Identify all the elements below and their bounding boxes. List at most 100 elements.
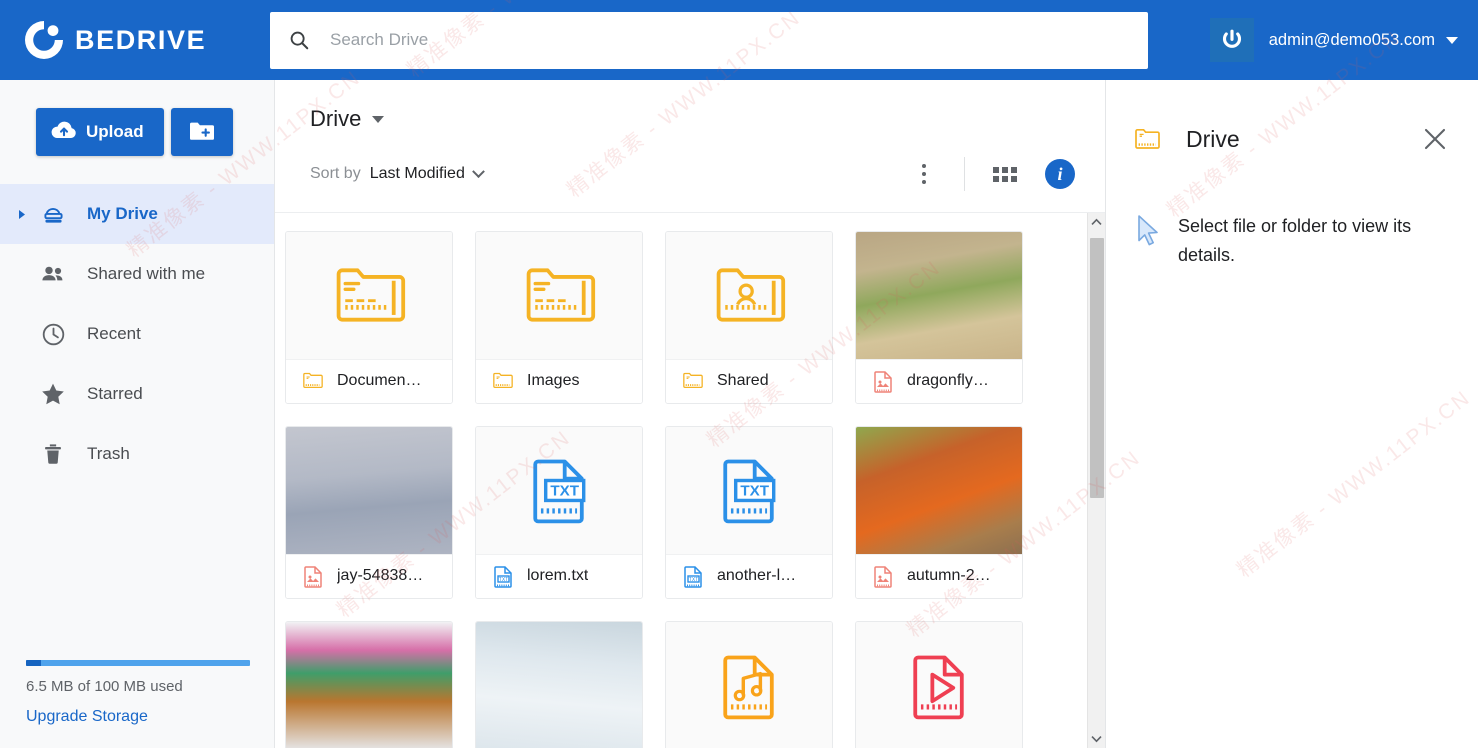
- chevron-down-icon[interactable]: [1088, 730, 1106, 748]
- grid-view-icon[interactable]: [985, 154, 1025, 194]
- file-name-label: Documen…: [337, 372, 422, 390]
- upgrade-storage-link[interactable]: Upgrade Storage: [26, 708, 248, 726]
- star-icon: [40, 381, 66, 407]
- file-tile-name-row: TXT another-l…: [666, 553, 832, 598]
- file-tile[interactable]: [475, 621, 643, 748]
- trash-icon: [40, 441, 66, 467]
- file-thumbnail: [286, 427, 452, 554]
- sidebar-item-label: Recent: [87, 324, 141, 343]
- file-tile[interactable]: TXT TXT another-l…: [665, 426, 833, 599]
- new-folder-button[interactable]: [170, 108, 233, 156]
- clock-icon: [40, 321, 66, 347]
- file-thumbnail: [476, 622, 642, 748]
- sort-by-label: Sort by: [310, 165, 361, 182]
- file-tile-name-row: Documen…: [286, 358, 452, 403]
- storage-progress-track: [26, 660, 250, 666]
- storage-usage-text: 6.5 MB of 100 MB used: [26, 678, 183, 695]
- file-thumbnail: [856, 232, 1022, 359]
- kebab-menu-icon[interactable]: [904, 154, 944, 194]
- file-tile[interactable]: TXT TXT lorem.txt: [475, 426, 643, 599]
- search-bar[interactable]: [270, 11, 1148, 69]
- sidebar-item-trash[interactable]: Trash: [0, 424, 274, 484]
- vertical-scrollbar[interactable]: [1087, 213, 1105, 748]
- info-icon[interactable]: i: [1045, 159, 1075, 189]
- file-tile-name-row: Shared: [666, 358, 832, 403]
- file-tile[interactable]: [855, 621, 1023, 748]
- details-empty-state: Select file or folder to view its detail…: [1134, 198, 1450, 270]
- file-name-label: another-l…: [717, 567, 797, 585]
- people-icon: [40, 261, 66, 287]
- file-name-label: Shared: [717, 372, 769, 390]
- file-name-label: autumn-2…: [907, 567, 991, 585]
- file-thumbnail: [856, 622, 1022, 748]
- file-thumbnail: [856, 427, 1022, 554]
- file-tile[interactable]: [285, 621, 453, 748]
- chevron-up-icon[interactable]: [1088, 213, 1106, 231]
- file-thumbnail: [286, 232, 452, 359]
- file-thumbnail: [666, 622, 832, 748]
- svg-text:TXT: TXT: [499, 577, 508, 583]
- toolbar-divider: [964, 157, 965, 191]
- file-name-label: jay-54838…: [337, 567, 424, 585]
- search-input[interactable]: [330, 11, 1130, 69]
- image-mini-icon: [872, 565, 894, 588]
- details-empty-message: Select file or folder to view its detail…: [1178, 216, 1412, 266]
- breadcrumb-label: Drive: [310, 106, 362, 131]
- sidebar-item-starred[interactable]: Starred: [0, 364, 274, 424]
- sidebar-item-label: Shared with me: [87, 264, 206, 283]
- file-name-label: dragonfly…: [907, 372, 989, 390]
- toolbar-actions: i: [904, 154, 1105, 194]
- bedrive-logo-icon: [22, 18, 66, 62]
- app-header: BEDRIVE admin@demo053.com: [0, 0, 1478, 80]
- sidebar-item-my-drive[interactable]: My Drive: [0, 184, 274, 244]
- file-thumbnail: TXT: [476, 427, 642, 554]
- app-body: Upload My Drive Shared with me Recent St…: [0, 80, 1478, 748]
- file-tile[interactable]: autumn-2…: [855, 426, 1023, 599]
- file-name-label: Images: [527, 372, 580, 390]
- svg-text:TXT: TXT: [689, 577, 698, 583]
- avatar: [1209, 18, 1254, 62]
- cloud-upload-icon: [51, 120, 77, 145]
- image-mini-icon: [302, 565, 324, 588]
- chevron-down-icon: [1446, 36, 1458, 44]
- svg-text:TXT: TXT: [550, 483, 579, 500]
- close-icon[interactable]: [1420, 124, 1450, 154]
- chevron-down-icon[interactable]: [471, 164, 485, 178]
- main-content: Drive Sort by Last Modified i Documen… Im…: [275, 80, 1105, 748]
- file-grid: Documen… Images Shared dragonfly… jay-54838……: [275, 231, 1105, 748]
- sidebar-item-shared-with-me[interactable]: Shared with me: [0, 244, 274, 304]
- toolbar: Sort by Last Modified i: [275, 132, 1105, 213]
- cursor-pointer-icon: [1134, 214, 1164, 248]
- file-grid-scroll-area: Documen… Images Shared dragonfly… jay-54838……: [275, 213, 1105, 748]
- brand[interactable]: BEDRIVE: [0, 18, 270, 62]
- text-mini-icon: TXT: [682, 565, 704, 588]
- storage-progress-fill: [26, 660, 41, 666]
- file-tile[interactable]: Documen…: [285, 231, 453, 404]
- storage-section: 6.5 MB of 100 MB used Upgrade Storage: [0, 660, 274, 748]
- file-tile[interactable]: jay-54838…: [285, 426, 453, 599]
- scrollbar-thumb[interactable]: [1090, 238, 1104, 498]
- sort-by-value[interactable]: Last Modified: [370, 165, 465, 183]
- file-thumbnail: [666, 232, 832, 359]
- chevron-down-icon[interactable]: [372, 115, 385, 123]
- file-tile[interactable]: dragonfly…: [855, 231, 1023, 404]
- folder-add-icon: [188, 120, 216, 145]
- bedrive-app: BEDRIVE admin@demo053.com Uplo: [0, 0, 1478, 748]
- account-menu[interactable]: admin@demo053.com: [1209, 18, 1478, 62]
- file-tile[interactable]: Shared: [665, 231, 833, 404]
- breadcrumb[interactable]: Drive: [275, 80, 1105, 132]
- sidebar-item-recent[interactable]: Recent: [0, 304, 274, 364]
- file-tile-name-row: jay-54838…: [286, 553, 452, 598]
- drive-icon: [40, 201, 66, 227]
- file-thumbnail: [476, 232, 642, 359]
- svg-text:TXT: TXT: [740, 483, 769, 500]
- sidebar-nav: My Drive Shared with me Recent Starred T…: [0, 184, 274, 484]
- folder-mini-icon: [1134, 126, 1164, 152]
- disclosure-triangle-icon[interactable]: [14, 209, 30, 220]
- sidebar-item-label: Trash: [87, 444, 130, 463]
- file-tile[interactable]: [665, 621, 833, 748]
- upload-button[interactable]: Upload: [36, 108, 164, 156]
- image-mini-icon: [872, 370, 894, 393]
- sidebar-item-label: My Drive: [87, 204, 158, 223]
- file-tile[interactable]: Images: [475, 231, 643, 404]
